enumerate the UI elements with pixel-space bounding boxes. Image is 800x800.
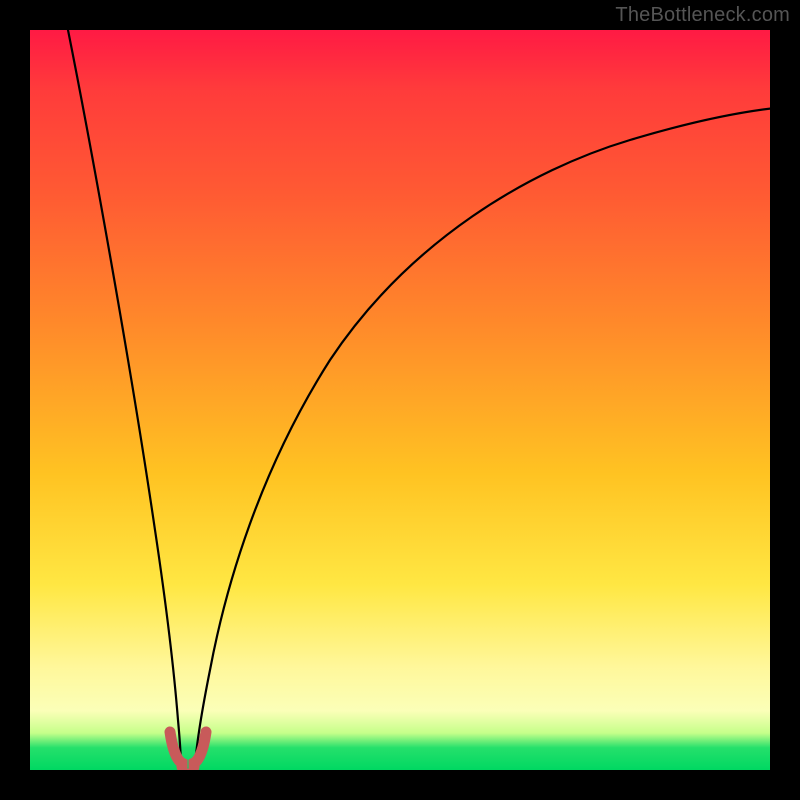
- curve-left-branch: [67, 30, 181, 767]
- plot-area: [30, 30, 770, 770]
- curve-right-branch: [195, 108, 770, 767]
- curve-layer: [30, 30, 770, 770]
- chart-frame: TheBottleneck.com: [0, 0, 800, 800]
- bottom-bump: [170, 732, 206, 767]
- watermark-text: TheBottleneck.com: [615, 4, 790, 27]
